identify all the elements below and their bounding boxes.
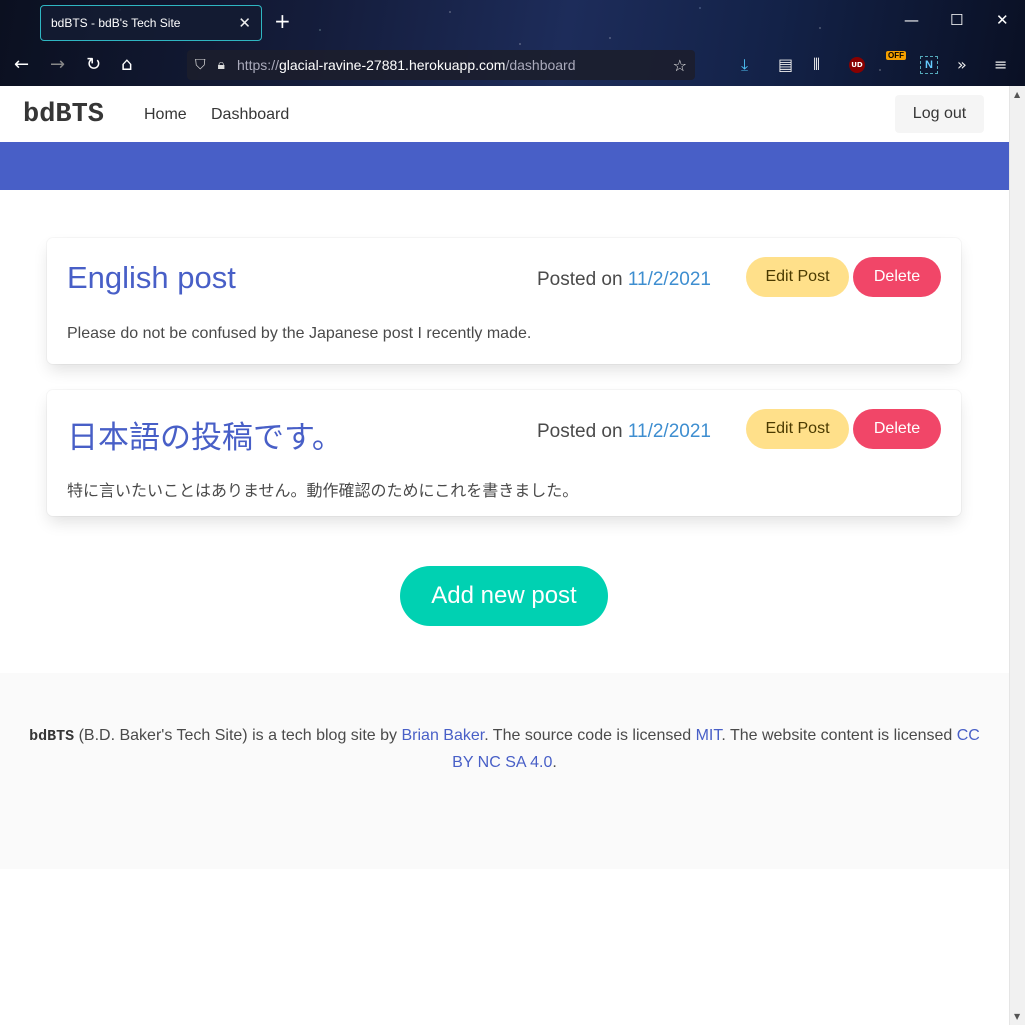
- post-title[interactable]: English post: [67, 260, 236, 296]
- post-title[interactable]: 日本語の投稿です。: [67, 412, 343, 457]
- post-card: 日本語の投稿です。 Posted on 11/2/2021 Edit Post …: [47, 390, 961, 516]
- reader-view-icon[interactable]: ▤: [778, 55, 793, 74]
- url-prefix: https://: [236, 57, 279, 73]
- download-icon[interactable]: ⤓: [741, 55, 748, 75]
- post-date[interactable]: 11/2/2021: [628, 269, 711, 290]
- post-body: Please do not be confused by the Japanes…: [67, 325, 532, 342]
- delete-post-button[interactable]: Delete: [853, 409, 941, 449]
- footer-brand: bdBTS: [29, 728, 75, 745]
- add-new-post-button[interactable]: Add new post: [400, 566, 608, 626]
- menu-icon[interactable]: ≡: [994, 55, 1007, 74]
- site-brand[interactable]: bdBTS: [23, 100, 104, 130]
- scroll-down-icon[interactable]: ▼: [1014, 1012, 1020, 1021]
- post-date-line: Posted on 11/2/2021: [537, 421, 711, 443]
- footer-text: bdBTS (B.D. Baker's Tech Site) is a tech…: [25, 723, 984, 776]
- extension-off-badge[interactable]: OFF: [886, 51, 906, 60]
- site-navbar: bdBTS Home Dashboard Log out: [0, 86, 1009, 142]
- url-bar[interactable]: ⛉ 🔒︎ https://glacial-ravine-27881.heroku…: [187, 50, 695, 80]
- edit-post-button[interactable]: Edit Post: [746, 257, 849, 297]
- new-tab-icon[interactable]: +: [274, 9, 291, 33]
- vertical-scrollbar[interactable]: ▲ ▼: [1009, 86, 1025, 1025]
- tab-title: bdBTS - bdB's Tech Site: [51, 16, 181, 30]
- mit-license-link[interactable]: MIT: [696, 727, 722, 744]
- post-date-line: Posted on 11/2/2021: [537, 269, 711, 291]
- maximize-icon[interactable]: ☐: [950, 11, 963, 29]
- close-window-icon[interactable]: ✕: [996, 11, 1009, 29]
- home-icon[interactable]: ⌂: [121, 54, 132, 75]
- ublock-icon[interactable]: UD: [849, 57, 865, 73]
- hero-banner: [0, 142, 1009, 190]
- forward-icon[interactable]: →: [50, 54, 65, 75]
- overflow-chevron-icon[interactable]: »: [957, 55, 967, 74]
- shield-icon[interactable]: ⛉: [195, 57, 206, 73]
- logout-button[interactable]: Log out: [895, 95, 984, 133]
- edit-post-button[interactable]: Edit Post: [746, 409, 849, 449]
- footer-text-part: .: [552, 754, 557, 771]
- footer-text-part: (B.D. Baker's Tech Site) is a tech blog …: [74, 727, 402, 744]
- back-icon[interactable]: ←: [14, 54, 29, 75]
- footer-text-part: . The source code is licensed: [484, 727, 696, 744]
- delete-post-button[interactable]: Delete: [853, 257, 941, 297]
- post-card: English post Posted on 11/2/2021 Edit Po…: [47, 238, 961, 364]
- nav-link-home[interactable]: Home: [144, 106, 187, 124]
- url-text[interactable]: https://glacial-ravine-27881.herokuapp.c…: [237, 57, 576, 73]
- extension-n-icon[interactable]: N: [920, 56, 938, 74]
- posted-prefix: Posted on: [537, 269, 623, 290]
- library-icon[interactable]: ⦀: [813, 55, 820, 75]
- footer-text-part: . The website content is licensed: [721, 727, 957, 744]
- author-link[interactable]: Brian Baker: [401, 727, 484, 744]
- url-path: /dashboard: [505, 57, 576, 73]
- site-footer: bdBTS (B.D. Baker's Tech Site) is a tech…: [0, 673, 1009, 869]
- browser-tab[interactable]: bdBTS - bdB's Tech Site ✕: [40, 5, 262, 41]
- minimize-icon[interactable]: —: [904, 11, 919, 29]
- nav-link-dashboard[interactable]: Dashboard: [211, 106, 289, 124]
- post-body: 特に言いたいことはありません。動作確認のためにこれを書きました。: [67, 483, 579, 500]
- tab-close-icon[interactable]: ✕: [238, 14, 251, 32]
- lock-icon[interactable]: 🔒︎: [218, 57, 225, 73]
- url-host: glacial-ravine-27881.herokuapp.com: [278, 57, 506, 73]
- post-date[interactable]: 11/2/2021: [628, 421, 711, 442]
- posted-prefix: Posted on: [537, 421, 623, 442]
- browser-chrome: bdBTS - bdB's Tech Site ✕ + — ☐ ✕ ← → ↻ …: [0, 0, 1025, 86]
- bookmark-star-icon[interactable]: ☆: [673, 56, 687, 75]
- scroll-up-icon[interactable]: ▲: [1014, 90, 1020, 99]
- reload-icon[interactable]: ↻: [86, 54, 101, 75]
- page-content: bdBTS Home Dashboard Log out English pos…: [0, 86, 1009, 1025]
